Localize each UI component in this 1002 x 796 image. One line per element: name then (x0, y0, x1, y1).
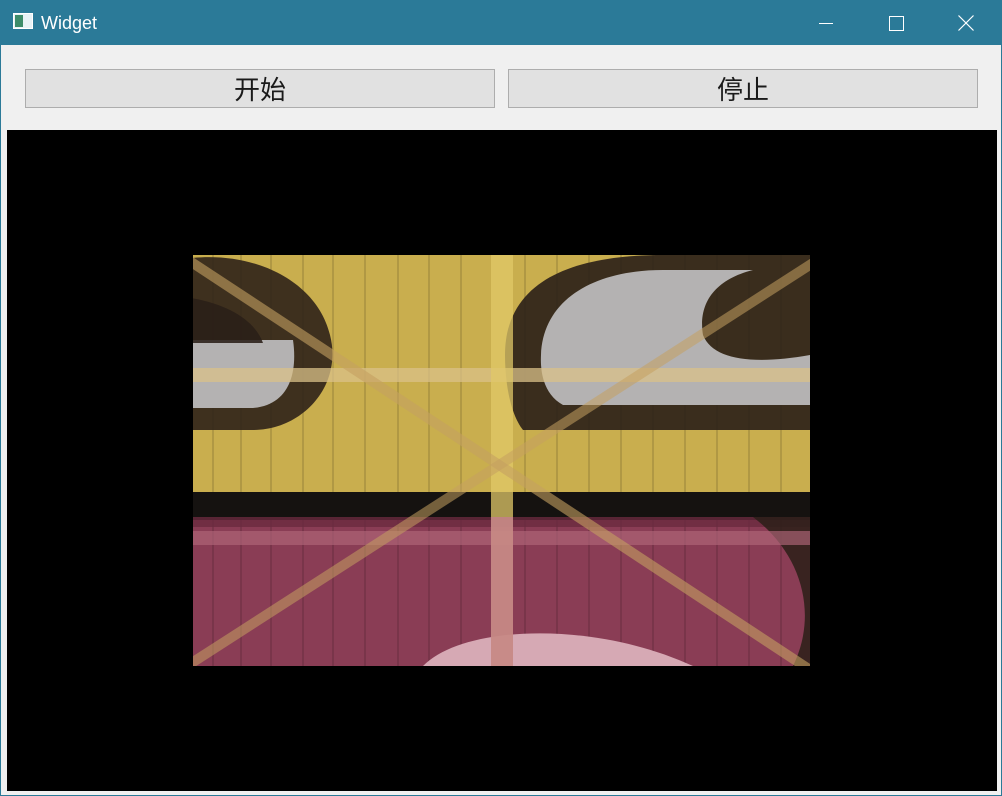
video-frame (193, 255, 810, 666)
app-window-icon (13, 13, 33, 29)
close-button[interactable] (931, 1, 1001, 45)
start-button[interactable]: 开始 (25, 69, 495, 108)
stop-button[interactable]: 停止 (508, 69, 978, 108)
maximize-icon (888, 15, 904, 31)
title-bar[interactable]: Widget (1, 1, 1001, 45)
maximize-button[interactable] (861, 1, 931, 45)
right-eye-shape (505, 255, 810, 430)
minimize-button[interactable] (791, 1, 861, 45)
video-display (7, 130, 997, 791)
app-window: Widget 开始 停止 (0, 0, 1002, 796)
window-title: Widget (41, 13, 98, 33)
minimize-icon (819, 23, 833, 24)
close-icon (958, 15, 974, 31)
video-frame-image (193, 255, 810, 666)
button-bar: 开始 停止 (1, 45, 1001, 130)
